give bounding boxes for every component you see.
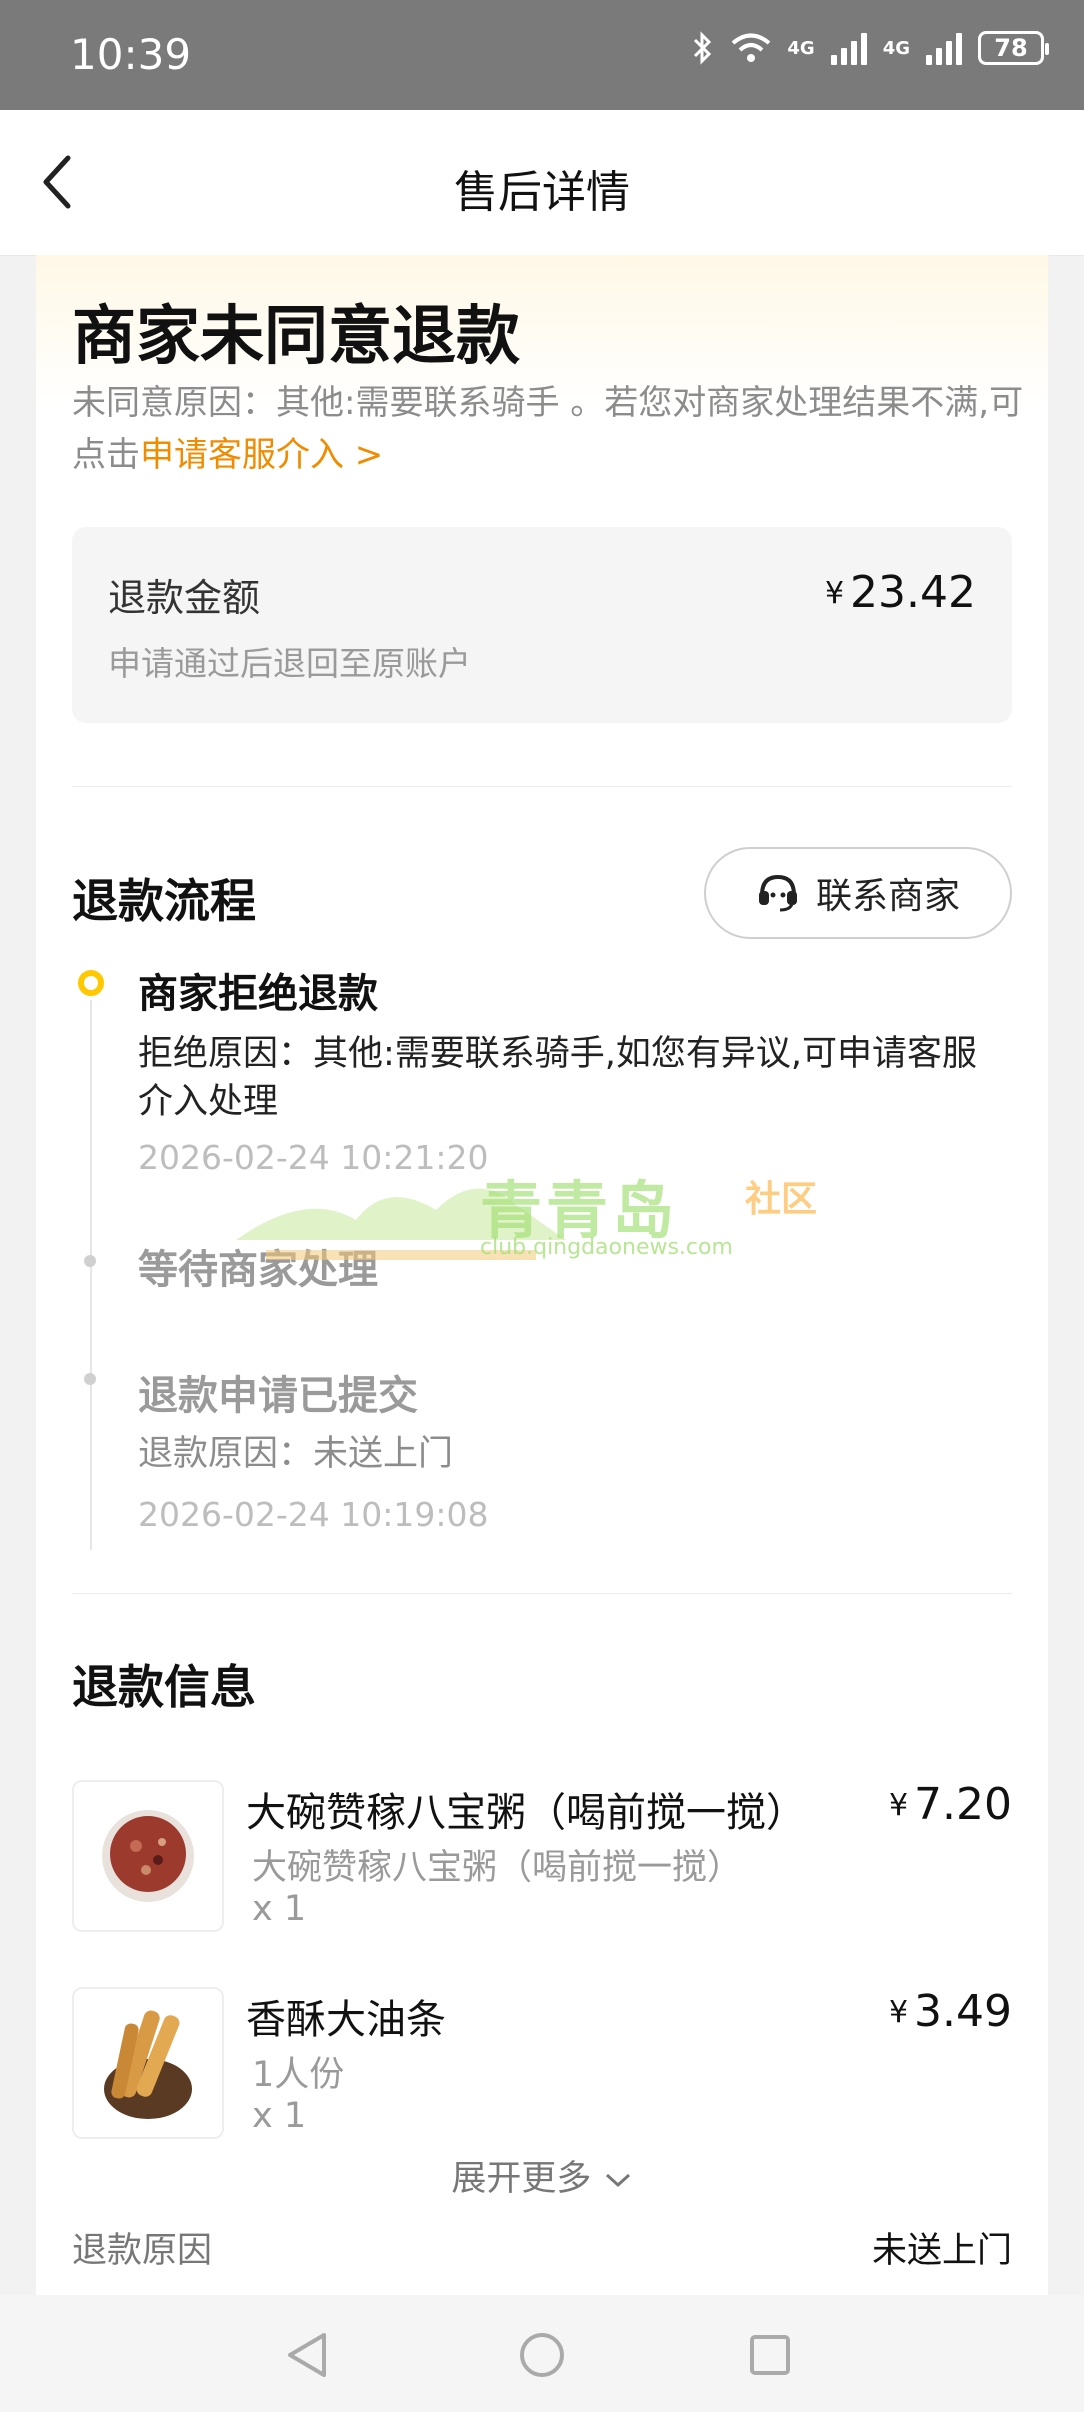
item-spec: 大碗赞稼八宝粥（喝前搅一搅）: [252, 1848, 743, 1888]
refund-info-title: 退款信息: [72, 1660, 256, 1714]
step-title-submitted: 退款申请已提交: [138, 1373, 418, 1419]
status-reason: 未同意原因：其他:需要联系骑手 。若您对商家处理结果不满,可点击申请客服介入 >: [72, 377, 1032, 481]
status-icons: 4G 4G 78: [691, 30, 1049, 66]
step-text-rejected: 拒绝原因：其他:需要联系骑手,如您有异议,可申请客服介入处理: [138, 1034, 978, 1122]
timeline-dot: [84, 1255, 96, 1267]
expand-more-button[interactable]: 展开更多: [36, 2150, 1048, 2201]
apply-service-link[interactable]: 申请客服介入 >: [140, 435, 383, 475]
item-price-number: 7.20: [914, 1779, 1012, 1830]
refund-amount-box: 退款金额 申请通过后退回至原账户 ¥23.42: [72, 527, 1012, 723]
refund-reason-label: 退款原因: [72, 2231, 213, 2271]
step-title-rejected: 商家拒绝退款: [138, 971, 378, 1017]
status-bar: 10:39 4G 4G 78: [0, 0, 1084, 110]
home-circle-icon[interactable]: [518, 2331, 566, 2379]
bluetooth-icon: [694, 31, 712, 65]
network-label-2: 4G: [882, 37, 910, 59]
contact-merchant-label: 联系商家: [815, 876, 960, 917]
page-title: 售后详情: [454, 167, 630, 218]
item-name: 香酥大油条: [246, 1997, 446, 2043]
battery-icon: 78: [978, 31, 1049, 65]
currency-symbol: ¥: [888, 1788, 909, 1823]
refund-amount-number: 23.42: [850, 567, 976, 618]
item-price: ¥3.49: [889, 1986, 1012, 2037]
step-time-submitted: 2026-02-24 10:19:08: [138, 1495, 489, 1534]
timeline-line: [90, 1000, 92, 1550]
refund-amount-value: ¥23.42: [825, 567, 976, 618]
step-text-submitted: 退款原因：未送上门: [138, 1434, 454, 1474]
timeline-dot-active: [78, 970, 104, 996]
youtiao-image: [104, 2010, 192, 2119]
contact-merchant-button[interactable]: 联系商家: [704, 847, 1012, 939]
timeline-dot: [84, 1373, 96, 1385]
item-qty: x 1: [252, 1889, 307, 1929]
expand-more-label: 展开更多: [451, 2159, 592, 2199]
refund-process-title: 退款流程: [72, 874, 256, 928]
nav-bar: 售后详情: [0, 110, 1084, 256]
watermark-tag: 社区: [745, 1179, 818, 1220]
item-price: ¥7.20: [889, 1779, 1012, 1830]
status-time: 10:39: [70, 30, 192, 79]
product-image[interactable]: [72, 1987, 224, 2139]
item-spec: 1人份: [252, 2055, 345, 2095]
battery-level: 78: [994, 34, 1028, 62]
signal-icon-2: [926, 31, 962, 65]
divider: [72, 1593, 1012, 1594]
divider: [72, 786, 1012, 787]
refund-reason-value: 未送上门: [871, 2231, 1012, 2271]
back-triangle-icon[interactable]: [284, 2331, 330, 2379]
porridge-bowl-image: [102, 1810, 194, 1902]
signal-icon-1: [830, 31, 867, 65]
network-label-1: 4G: [787, 37, 815, 59]
chevron-down-icon: [605, 2173, 630, 2188]
product-image[interactable]: [72, 1780, 224, 1932]
watermark-url: club.qingdaonews.com: [480, 1235, 733, 1260]
refund-amount-label: 退款金额: [108, 576, 261, 620]
status-headline: 商家未同意退款: [72, 300, 520, 374]
after-sale-card: 商家未同意退款 未同意原因：其他:需要联系骑手 。若您对商家处理结果不满,可点击…: [36, 255, 1048, 2295]
refund-amount-note: 申请通过后退回至原账户: [108, 644, 471, 683]
item-price-number: 3.49: [914, 1986, 1012, 2037]
item-name: 大碗赞稼八宝粥（喝前搅一搅）: [246, 1790, 806, 1836]
item-qty: x 1: [252, 2096, 307, 2136]
system-nav-bar: [0, 2295, 1084, 2412]
customer-service-icon: [758, 874, 797, 912]
currency-symbol: ¥: [888, 1995, 909, 2030]
currency-symbol: ¥: [824, 576, 845, 611]
wifi-icon: [732, 33, 771, 62]
recents-square-icon[interactable]: [748, 2333, 792, 2377]
